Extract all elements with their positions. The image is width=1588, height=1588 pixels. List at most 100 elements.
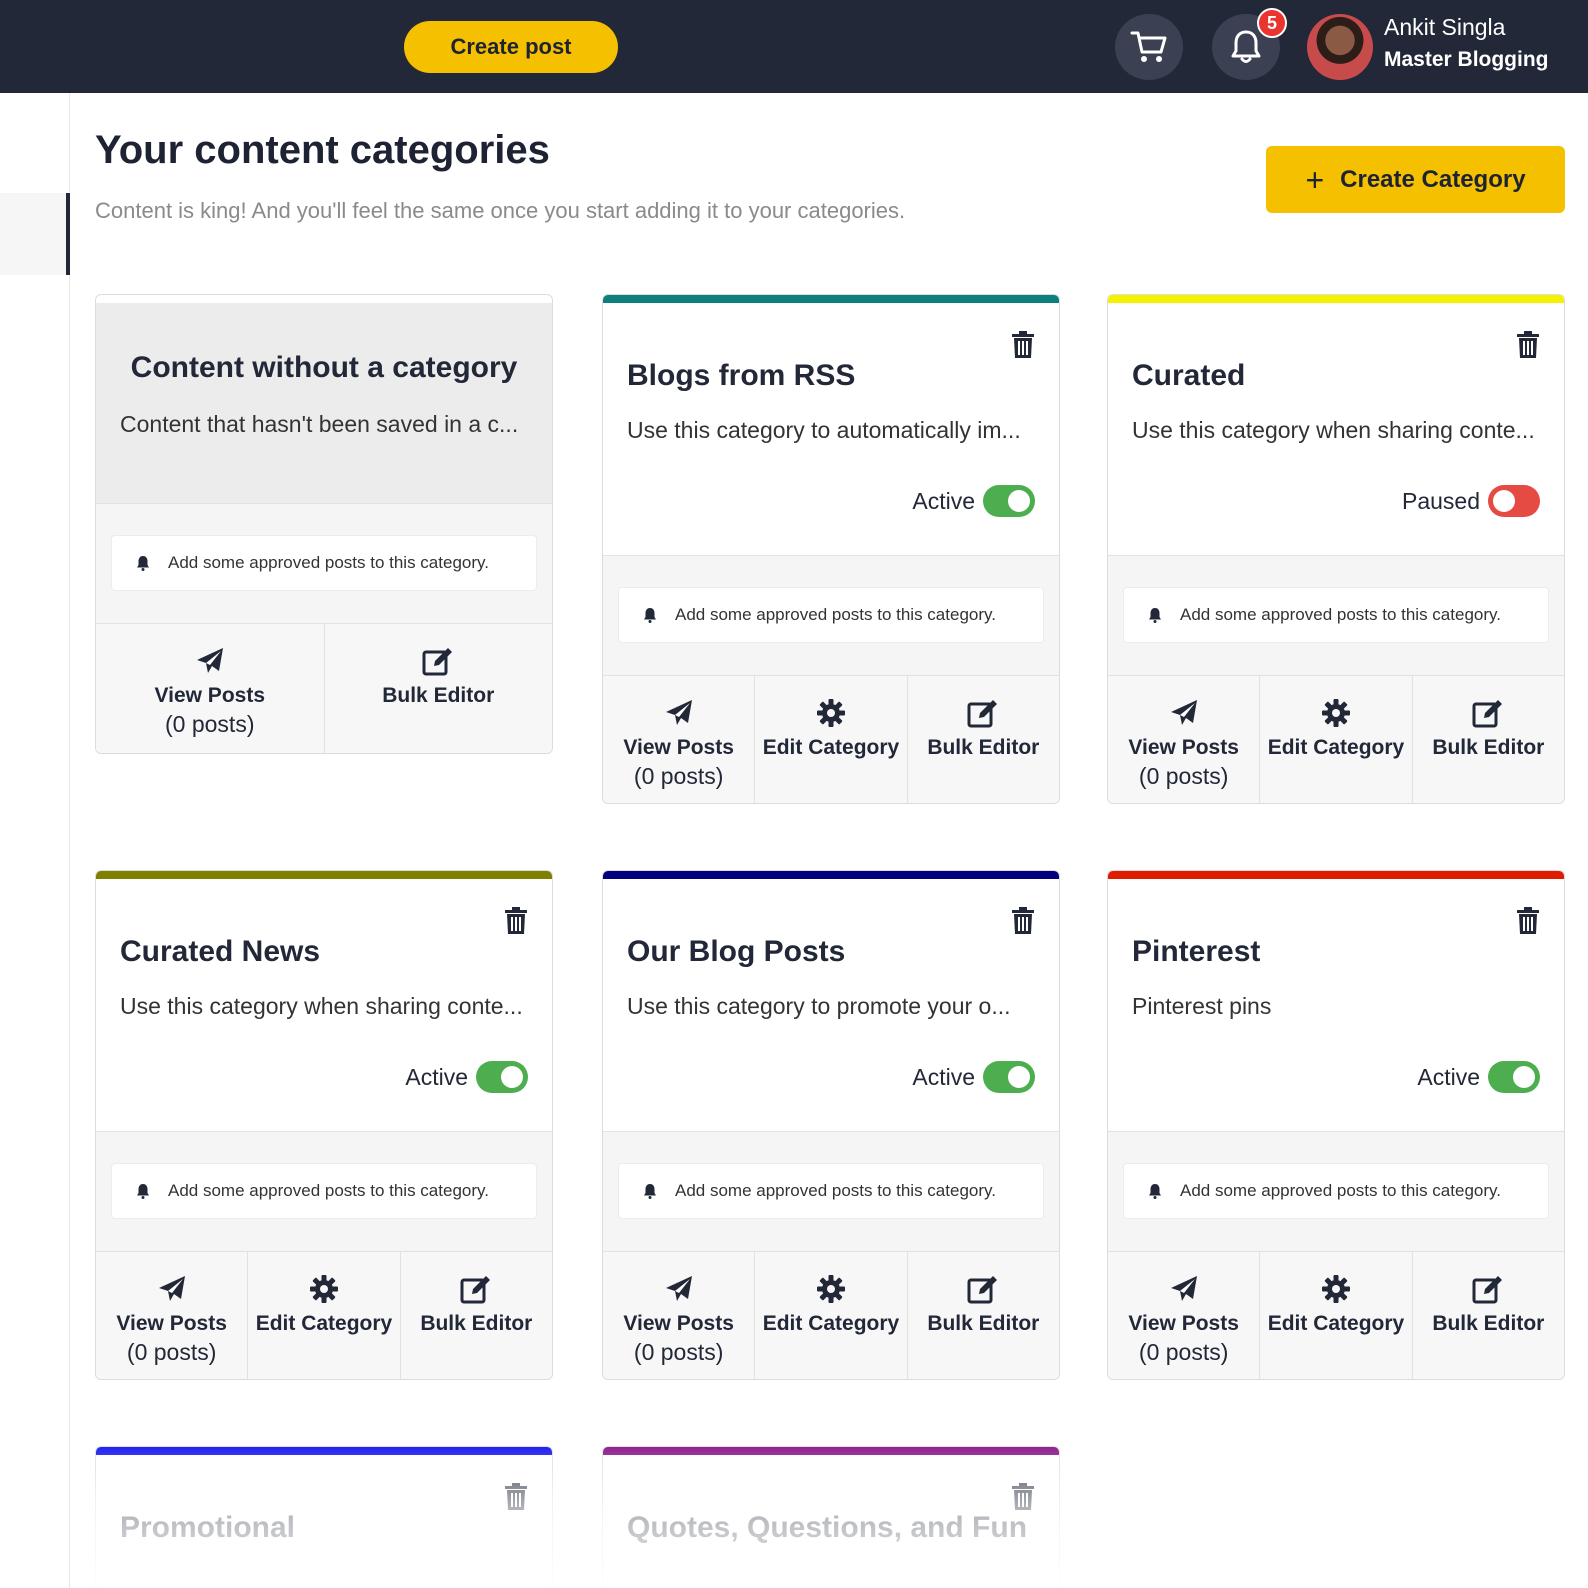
delete-category-button[interactable]	[1011, 1483, 1035, 1511]
delete-category-button[interactable]	[504, 1483, 528, 1511]
category-title: Curated News	[120, 935, 321, 968]
status-toggle[interactable]	[1488, 485, 1540, 517]
cart-icon	[1130, 31, 1167, 62]
category-card: Quotes, Questions, and Fun	[602, 1446, 1060, 1588]
status-label: Paused	[1401, 487, 1480, 514]
post-count: (0 posts)	[633, 763, 724, 789]
edit-category-button[interactable]: Edit Category	[248, 1252, 401, 1379]
view-posts-button[interactable]: View Posts (0 posts)	[1108, 676, 1261, 803]
bulk-editor-label: Bulk Editor	[382, 684, 495, 707]
category-title: Quotes, Questions, and Fun	[627, 1511, 1028, 1544]
edit-category-button[interactable]: Edit Category	[1260, 676, 1413, 803]
delete-category-button[interactable]	[1516, 907, 1540, 935]
delete-category-button[interactable]	[1011, 907, 1035, 935]
status-toggle[interactable]	[983, 485, 1035, 517]
view-posts-button[interactable]: View Posts (0 posts)	[603, 1252, 756, 1379]
bulk-editor-button[interactable]: Bulk Editor	[908, 676, 1059, 803]
edit-icon	[1472, 700, 1503, 728]
category-card: Curated Use this category when sharing co…	[1107, 294, 1565, 804]
delete-category-button[interactable]	[504, 907, 528, 935]
bell-icon	[1149, 608, 1161, 623]
cart-button[interactable]	[1115, 14, 1183, 80]
bulk-editor-button[interactable]: Bulk Editor	[401, 1252, 552, 1379]
view-posts-button[interactable]: View Posts (0 posts)	[96, 1252, 249, 1379]
paper-plane-icon	[158, 1276, 185, 1301]
category-title: Pinterest	[1132, 935, 1261, 968]
view-posts-button[interactable]: View Posts (0 posts)	[603, 676, 756, 803]
category-color-bar	[1108, 871, 1564, 879]
notice-text: Add some approved posts to this category…	[1180, 605, 1501, 624]
delete-category-button[interactable]	[1516, 331, 1540, 359]
notice-text: Add some approved posts to this category…	[1180, 1181, 1501, 1200]
notification-count-badge: 5	[1257, 8, 1287, 38]
create-post-button[interactable]: Create post	[404, 21, 618, 73]
paper-plane-icon	[196, 648, 223, 673]
view-posts-button[interactable]: View Posts (0 posts)	[96, 624, 325, 753]
category-color-bar	[96, 1447, 552, 1455]
status-toggle[interactable]	[983, 1061, 1035, 1093]
create-category-label: Create Category	[1340, 165, 1526, 193]
category-color-bar	[1108, 295, 1564, 303]
category-notice: Add some approved posts to this category…	[1123, 1163, 1549, 1219]
trash-icon	[1012, 331, 1034, 358]
category-title: Curated	[1132, 359, 1246, 392]
view-posts-label: View Posts	[154, 684, 266, 707]
bulk-editor-label: Bulk Editor	[927, 736, 1040, 759]
bell-icon	[644, 608, 656, 623]
status-toggle[interactable]	[476, 1061, 528, 1093]
category-color-bar	[603, 871, 1059, 879]
bulk-editor-button[interactable]: Bulk Editor	[325, 624, 553, 753]
status-label: Active	[912, 1063, 975, 1090]
view-posts-label: View Posts	[116, 1312, 227, 1335]
category-status: Paused	[1402, 485, 1540, 517]
bulk-editor-label: Bulk Editor	[927, 1312, 1040, 1335]
category-card: Curated News Use this category when shari…	[95, 870, 553, 1380]
category-color-bar	[96, 871, 552, 879]
category-description: Pinterest pins	[1132, 993, 1272, 1019]
edit-icon	[967, 700, 998, 728]
edit-category-button[interactable]: Edit Category	[755, 1252, 908, 1379]
notice-text: Add some approved posts to this category…	[168, 1181, 489, 1200]
sidebar-item-active[interactable]	[0, 193, 70, 275]
status-toggle[interactable]	[1488, 1061, 1540, 1093]
paper-plane-icon	[1170, 1276, 1197, 1301]
category-status: Active	[1417, 1061, 1540, 1093]
edit-category-button[interactable]: Edit Category	[755, 676, 908, 803]
create-category-button[interactable]: + Create Category	[1266, 146, 1565, 213]
edit-category-label: Edit Category	[255, 1312, 393, 1335]
bell-icon	[137, 556, 149, 571]
trash-icon	[1012, 907, 1034, 934]
category-status: Active	[912, 1061, 1035, 1093]
category-description: Content that hasn't been saved in a c...	[120, 411, 519, 437]
paper-plane-icon	[1170, 700, 1197, 725]
delete-category-button[interactable]	[1011, 331, 1035, 359]
bulk-editor-label: Bulk Editor	[1432, 1312, 1545, 1335]
category-title: Content without a category	[130, 351, 518, 384]
bulk-editor-button[interactable]: Bulk Editor	[908, 1252, 1059, 1379]
category-color-bar	[603, 1447, 1059, 1455]
user-name[interactable]: Ankit Singla	[1384, 14, 1505, 41]
category-status: Active	[912, 485, 1035, 517]
gear-icon	[816, 1275, 845, 1303]
edit-category-button[interactable]: Edit Category	[1260, 1252, 1413, 1379]
post-count: (0 posts)	[126, 1339, 217, 1365]
view-posts-label: View Posts	[1128, 1312, 1239, 1335]
plus-icon: +	[1305, 161, 1325, 198]
edit-category-label: Edit Category	[762, 1312, 900, 1335]
bell-icon	[1231, 30, 1261, 63]
trash-icon	[505, 907, 527, 934]
bell-icon	[137, 1184, 149, 1199]
view-posts-button[interactable]: View Posts (0 posts)	[1108, 1252, 1261, 1379]
user-avatar[interactable]	[1307, 14, 1373, 80]
paper-plane-icon	[665, 1276, 692, 1301]
user-organization[interactable]: Master Blogging	[1384, 48, 1549, 72]
category-card-uncategorized: Content without a category Content that …	[95, 294, 553, 754]
sidebar	[0, 93, 70, 1588]
bulk-editor-button[interactable]: Bulk Editor	[1413, 676, 1564, 803]
bulk-editor-button[interactable]: Bulk Editor	[1413, 1252, 1564, 1379]
gear-icon	[816, 699, 845, 727]
category-color-bar	[603, 295, 1059, 303]
category-title: Promotional	[120, 1511, 296, 1544]
category-card: Pinterest Pinterest pins Active Add some ap…	[1107, 870, 1565, 1380]
edit-icon	[1472, 1276, 1503, 1304]
